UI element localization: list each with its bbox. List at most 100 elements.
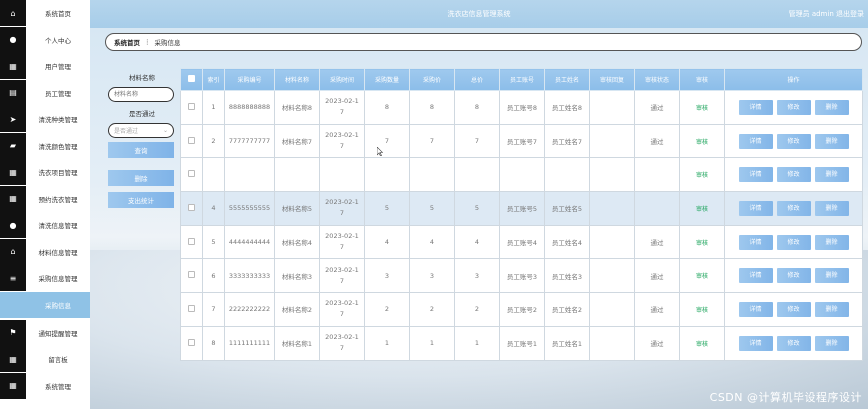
detail-button[interactable]: 详情 xyxy=(738,268,773,284)
audit-link[interactable]: 审核 xyxy=(696,273,708,280)
row-checkbox[interactable] xyxy=(188,136,195,144)
sliders-icon: ≡ xyxy=(0,265,26,291)
table-row[interactable]: 4 5555555555 材料名称5 2023-02-17 5 5 5 员工账号5 员工姓名5 审… xyxy=(180,191,863,226)
row-delete-button[interactable]: 删除 xyxy=(814,200,849,216)
row-select-cell[interactable] xyxy=(180,292,203,327)
cell-reply xyxy=(589,191,635,226)
cell-index: 6 xyxy=(202,258,225,294)
cell-name: 员工姓名8 xyxy=(544,90,590,125)
sidebar-item[interactable]: ▤ 员工管理 xyxy=(0,79,90,106)
sidebar-item[interactable]: ⚑ 通知提醒管理 xyxy=(0,319,90,346)
sidebar-item[interactable]: ● 个人中心 xyxy=(0,26,90,53)
sidebar-item[interactable]: 采购信息 xyxy=(0,291,90,318)
cell-qty: 8 xyxy=(364,90,410,125)
audit-link[interactable]: 审核 xyxy=(696,105,708,112)
table-row[interactable]: 8 1111111111 材料名称1 2023-02-17 1 1 1 员工账号1 员工姓名1 通… xyxy=(180,325,863,361)
cell-qty xyxy=(364,157,410,193)
table-row[interactable]: 5 4444444444 材料名称4 2023-02-17 4 4 4 员工账号4 员工姓名4 通… xyxy=(180,224,863,260)
audit-link[interactable]: 审核 xyxy=(696,139,708,146)
sidebar-item-label: 员工管理 xyxy=(45,89,71,98)
detail-button[interactable]: 详情 xyxy=(738,335,773,351)
cell-status: 通过 xyxy=(634,224,680,260)
row-checkbox[interactable] xyxy=(188,304,195,312)
audit-link[interactable]: 审核 xyxy=(696,172,708,179)
select-all-header[interactable] xyxy=(180,68,203,91)
table-row[interactable]: 审核 详情 修改 删除 xyxy=(180,157,863,193)
select-all-checkbox[interactable] xyxy=(188,75,195,82)
detail-button[interactable]: 详情 xyxy=(738,133,773,149)
delete-button[interactable]: 删除 xyxy=(108,170,174,186)
row-delete-button[interactable]: 删除 xyxy=(814,133,849,149)
row-select-cell[interactable] xyxy=(180,123,203,159)
breadcrumb-home[interactable]: 系统首页 xyxy=(114,37,140,47)
detail-button[interactable]: 详情 xyxy=(738,99,773,115)
sidebar-item[interactable]: ▦ 用户管理 xyxy=(0,53,90,79)
edit-button[interactable]: 修改 xyxy=(776,99,811,115)
cell-account: 员工账号4 xyxy=(499,224,545,260)
material-name-input[interactable] xyxy=(108,87,174,102)
row-checkbox[interactable] xyxy=(188,170,195,178)
edit-button[interactable]: 修改 xyxy=(776,335,811,351)
sidebar-item[interactable]: ▦ 洗衣项目管理 xyxy=(0,159,90,185)
edit-button[interactable]: 修改 xyxy=(776,200,811,216)
row-select-cell[interactable] xyxy=(180,90,203,125)
audit-link[interactable]: 审核 xyxy=(696,240,708,247)
detail-button[interactable]: 详情 xyxy=(738,234,773,250)
row-delete-button[interactable]: 删除 xyxy=(814,268,849,284)
sidebar-item[interactable]: ➤ 清洗种类管理 xyxy=(0,106,90,132)
detail-button[interactable]: 详情 xyxy=(738,200,773,216)
sidebar-item[interactable]: ▰ 清洗颜色管理 xyxy=(0,132,90,159)
sidebar-item-label: 材料信息管理 xyxy=(38,248,78,257)
sidebar-item[interactable]: ⌂ 材料信息管理 xyxy=(0,238,90,265)
audit-link[interactable]: 审核 xyxy=(696,307,708,314)
sidebar-item-label: 留言板 xyxy=(48,356,68,364)
row-select-cell[interactable] xyxy=(180,325,203,361)
sidebar-item-label: 清洗种类管理 xyxy=(38,116,78,124)
cell-material: 材料名称3 xyxy=(274,258,320,294)
row-select-cell[interactable] xyxy=(180,157,203,193)
detail-button[interactable]: 详情 xyxy=(738,301,773,317)
cell-material: 材料名称2 xyxy=(274,292,320,327)
sidebar-item[interactable]: ● 清洗信息管理 xyxy=(0,212,90,238)
cell-status: 通过 xyxy=(634,123,680,159)
row-select-cell[interactable] xyxy=(180,258,203,294)
breadcrumb-separator: ⋮ xyxy=(144,38,151,46)
row-checkbox[interactable] xyxy=(188,102,195,110)
cell-status: 通过 xyxy=(634,292,680,327)
row-delete-button[interactable]: 删除 xyxy=(814,335,849,351)
row-delete-button[interactable]: 删除 xyxy=(814,301,849,317)
logout-link[interactable]: 退出登录 xyxy=(836,10,864,18)
table-row[interactable]: 1 8888888888 材料名称8 2023-02-17 8 8 8 员工账号8 员工姓名8 通… xyxy=(180,90,863,125)
row-delete-button[interactable]: 删除 xyxy=(814,234,849,250)
edit-button[interactable]: 修改 xyxy=(776,133,811,149)
row-checkbox[interactable] xyxy=(188,338,195,346)
edit-button[interactable]: 修改 xyxy=(776,234,811,250)
query-button[interactable]: 查询 xyxy=(108,142,174,158)
cell-material: 材料名称4 xyxy=(274,224,320,260)
edit-button[interactable]: 修改 xyxy=(776,268,811,284)
audit-link[interactable]: 审核 xyxy=(696,206,708,213)
row-delete-button[interactable]: 删除 xyxy=(814,167,849,183)
row-checkbox[interactable] xyxy=(188,271,195,279)
sidebar-item[interactable]: ▦ 预约洗衣管理 xyxy=(0,185,90,212)
table-row[interactable]: 6 3333333333 材料名称3 2023-02-17 3 3 3 员工账号3 员工姓名3 通… xyxy=(180,258,863,294)
cell-account: 员工账号1 xyxy=(499,325,545,361)
cell-material: 材料名称7 xyxy=(274,123,320,159)
expense-stats-button[interactable]: 支出统计 xyxy=(108,192,174,208)
sidebar-item[interactable]: ⌂ 系统首页 xyxy=(0,0,90,26)
sidebar-item[interactable]: ▦ 留言板 xyxy=(0,346,90,372)
edit-button[interactable]: 修改 xyxy=(776,301,811,317)
table-row[interactable]: 2 7777777777 材料名称7 2023-02-17 7 7 7 员工账号7 员工姓名7 通… xyxy=(180,123,863,159)
detail-button[interactable]: 详情 xyxy=(738,167,773,183)
row-checkbox[interactable] xyxy=(188,203,195,211)
sidebar-item[interactable]: ▦ 系统管理 xyxy=(0,372,90,399)
audit-link[interactable]: 审核 xyxy=(696,341,708,348)
row-checkbox[interactable] xyxy=(188,237,195,245)
passed-select[interactable]: 是否通过 ⌄ xyxy=(108,123,174,138)
edit-button[interactable]: 修改 xyxy=(776,167,811,183)
row-select-cell[interactable] xyxy=(180,191,203,226)
table-row[interactable]: 7 2222222222 材料名称2 2023-02-17 2 2 2 员工账号2 员工姓名2 通… xyxy=(180,292,863,327)
row-delete-button[interactable]: 删除 xyxy=(814,99,849,115)
row-select-cell[interactable] xyxy=(180,224,203,260)
sidebar-item[interactable]: ≡ 采购信息管理 xyxy=(0,265,90,291)
